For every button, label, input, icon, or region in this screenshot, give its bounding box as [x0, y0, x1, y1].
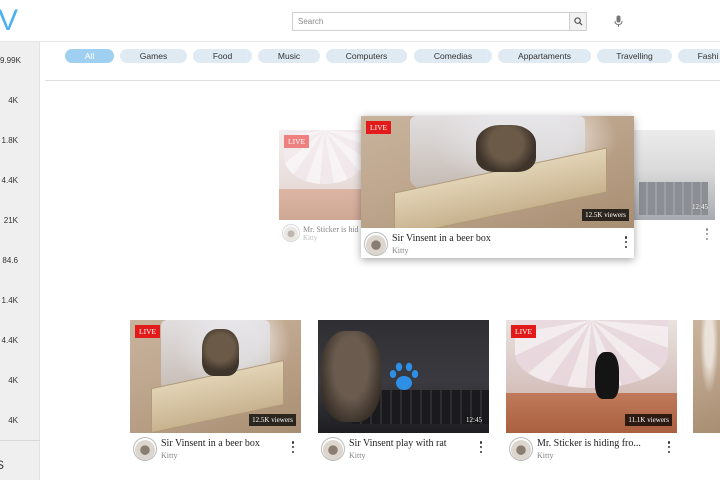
video-duration: 12:45: [692, 203, 708, 211]
channel-avatar[interactable]: [282, 224, 300, 242]
live-badge: LIVE: [366, 121, 392, 134]
chip-computers[interactable]: Computers: [326, 49, 407, 63]
chip-music[interactable]: Music: [258, 49, 320, 63]
app-root: V 9.99K 4K 1.8K 4.4K 21K 84.6 1.4K 4.4K …: [0, 0, 720, 480]
chip-all[interactable]: All: [65, 49, 114, 63]
more-options-button[interactable]: [667, 441, 671, 453]
channel-name[interactable]: Kitty: [537, 451, 553, 460]
dot-icon: [479, 441, 483, 444]
dot-icon: [667, 450, 671, 453]
dot-icon: [291, 445, 295, 449]
viewer-count: 11.1K viewers: [625, 414, 672, 426]
chip-comedias[interactable]: Comedias: [414, 49, 492, 63]
more-options-button[interactable]: [479, 441, 483, 453]
video-card[interactable]: LIVE 11.1K viewers Mr. Sticker is hiding…: [506, 320, 677, 468]
dot-icon: [667, 441, 671, 444]
dot-icon: [624, 240, 628, 244]
channel-name[interactable]: Kitty: [349, 451, 365, 460]
search-input[interactable]: [293, 13, 569, 30]
video-title[interactable]: Mr. Sticker is hid: [303, 225, 359, 234]
dot-icon: [479, 450, 483, 453]
sidebar-count[interactable]: 1.8K: [0, 136, 18, 145]
sidebar-count[interactable]: 84.6: [0, 256, 18, 265]
video-title[interactable]: Sir Vinsent play with rat: [349, 438, 447, 449]
sidebar-section-label: S: [0, 458, 5, 472]
chip-fashion[interactable]: Fashi: [678, 49, 720, 63]
channel-name[interactable]: Kitty: [303, 234, 317, 242]
sidebar-count[interactable]: 21K: [0, 216, 18, 225]
category-chips: All Games Food Music Computers Comedias …: [65, 49, 720, 64]
mic-button[interactable]: [611, 13, 625, 30]
video-thumbnail[interactable]: 12:45: [318, 320, 489, 433]
video-thumbnail[interactable]: LIVE 12.5K viewers: [361, 116, 634, 228]
video-meta: Sir Vinsent in a beer box Kitty: [130, 434, 301, 468]
video-card[interactable]: 12:45 Sir Vinsent play with rat Kitty: [318, 320, 489, 468]
dot-icon: [291, 450, 295, 453]
channel-name[interactable]: Kitty: [392, 246, 408, 255]
video-thumbnail[interactable]: 12:45: [632, 130, 715, 220]
viewer-count: 12.5K viewers: [582, 209, 629, 221]
sidebar-count[interactable]: 4.4K: [0, 336, 18, 345]
search-icon: [573, 17, 583, 26]
video-thumbnail[interactable]: LIVE 12.5K viewers: [130, 320, 301, 433]
chip-travelling[interactable]: Travelling: [597, 49, 672, 63]
video-thumbnail[interactable]: [693, 320, 720, 433]
video-meta: Sir Vinsent in a beer box Kitty: [361, 229, 634, 263]
live-badge: LIVE: [511, 325, 537, 338]
video-thumbnail[interactable]: LIVE: [279, 130, 369, 220]
dot-icon: [667, 445, 671, 449]
video-card[interactable]: LIVE 12.5K viewers Sir Vinsent in a beer…: [130, 320, 301, 468]
chips-divider: [45, 80, 720, 81]
channel-avatar[interactable]: [509, 437, 533, 461]
sidebar-count[interactable]: 9.99K: [0, 56, 21, 65]
video-thumbnail[interactable]: LIVE 11.1K viewers: [506, 320, 677, 433]
sidebar-divider: [0, 440, 40, 441]
dot-icon: [624, 236, 628, 239]
dot-icon: [479, 445, 483, 449]
video-title[interactable]: Sir Vinsent in a beer box: [161, 438, 260, 449]
video-duration: 12:45: [466, 416, 482, 424]
carousel-card-featured[interactable]: LIVE 12.5K viewers Sir Vinsent in a beer…: [361, 116, 634, 258]
mic-icon: [614, 15, 622, 27]
chip-appartaments[interactable]: Appartaments: [498, 49, 591, 63]
chip-games[interactable]: Games: [120, 49, 187, 63]
channel-avatar[interactable]: [133, 437, 157, 461]
more-options-button[interactable]: [291, 441, 295, 453]
channel-avatar[interactable]: [321, 437, 345, 461]
dot-icon: [624, 245, 628, 248]
channel-avatar[interactable]: [364, 232, 388, 256]
video-card-partial[interactable]: [693, 320, 720, 468]
sidebar-count[interactable]: 1.4K: [0, 296, 18, 305]
viewer-count: 12.5K viewers: [249, 414, 296, 426]
search-button[interactable]: [569, 13, 586, 30]
video-meta: Mr. Sticker is hiding fro... Kitty: [506, 434, 677, 468]
carousel-card-left[interactable]: LIVE Mr. Sticker is hid Kitty: [279, 130, 369, 245]
video-meta: Mr. Sticker is hid Kitty: [279, 220, 369, 254]
video-meta: [632, 220, 715, 254]
video-title[interactable]: Sir Vinsent in a beer box: [392, 233, 491, 244]
carousel-card-right[interactable]: 12:45: [632, 130, 715, 245]
sidebar: 9.99K 4K 1.8K 4.4K 21K 84.6 1.4K 4.4K 4K…: [0, 42, 40, 480]
sidebar-count[interactable]: 4K: [0, 96, 18, 105]
video-title[interactable]: Mr. Sticker is hiding fro...: [537, 438, 641, 449]
logo[interactable]: V: [0, 4, 18, 38]
search-bar: [292, 12, 587, 31]
dot-icon: [291, 441, 295, 444]
video-meta: Sir Vinsent play with rat Kitty: [318, 434, 489, 468]
more-options-button[interactable]: [624, 236, 628, 248]
live-badge: LIVE: [135, 325, 161, 338]
sidebar-count[interactable]: 4.4K: [0, 176, 18, 185]
sidebar-count[interactable]: 4K: [0, 416, 18, 425]
more-options-button[interactable]: [705, 228, 709, 240]
paw-icon: [389, 362, 418, 390]
live-badge: LIVE: [284, 135, 310, 148]
top-bar: V: [0, 0, 720, 42]
chip-food[interactable]: Food: [193, 49, 252, 63]
sidebar-count[interactable]: 4K: [0, 376, 18, 385]
channel-name[interactable]: Kitty: [161, 451, 177, 460]
